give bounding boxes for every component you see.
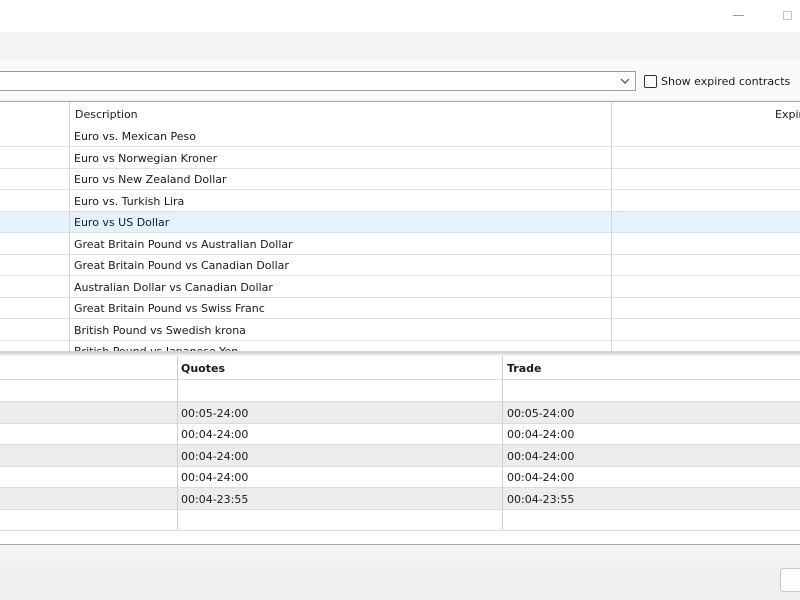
column-header-quotes[interactable]: Quotes (181, 362, 225, 375)
description-cell: Euro vs New Zealand Dollar (74, 173, 227, 186)
footer-button[interactable] (780, 568, 800, 592)
sessions-table-header: Quotes Trade (0, 356, 800, 380)
table-row[interactable]: Great Britain Pound vs Canadian Dollar (0, 255, 800, 276)
symbol-combobox[interactable] (0, 71, 636, 91)
table-row[interactable]: Great Britain Pound vs Swiss Franc (0, 298, 800, 319)
table-row[interactable] (0, 380, 800, 402)
description-cell: Great Britain Pound vs Swiss Franc (74, 302, 265, 315)
trade-cell: 00:04-24:00 (507, 428, 575, 441)
column-divider (177, 356, 178, 530)
trade-cell: 00:04-23:55 (507, 492, 575, 506)
column-header-expiration[interactable]: Expir (775, 108, 800, 121)
table-row[interactable]: Great Britain Pound vs Australian Dollar (0, 234, 800, 255)
splitter[interactable] (0, 351, 800, 354)
symbols-table-header: Description Expir (0, 102, 800, 126)
table-row[interactable]: Euro vs. Turkish Lira (0, 191, 800, 212)
toolbar-area (0, 32, 800, 60)
table-row[interactable]: Australian Dollar vs Canadian Dollar (0, 277, 800, 298)
table-row[interactable]: Euro vs New Zealand Dollar (0, 169, 800, 190)
description-cell: British Pound vs Swedish krona (74, 323, 246, 337)
symbols-table: Description Expir Euro vs. Mexican Peso E… (0, 101, 800, 351)
quotes-cell: 00:05-24:00 (181, 406, 249, 420)
description-cell: Australian Dollar vs Canadian Dollar (74, 280, 273, 294)
trade-cell: 00:04-24:00 (507, 449, 575, 463)
table-row[interactable]: 00:04-24:00 00:04-24:00 (0, 466, 800, 488)
description-cell: Great Britain Pound vs Australian Dollar (74, 237, 293, 251)
table-row[interactable]: 00:04-24:00 00:04-24:00 (0, 423, 800, 445)
table-row[interactable]: British Pound vs Japanese Yen (0, 341, 800, 351)
maximize-icon[interactable] (783, 11, 792, 20)
table-row[interactable]: British Pound vs Swedish krona (0, 320, 800, 341)
chevron-down-icon[interactable] (619, 73, 631, 89)
table-row[interactable]: Euro vs Norwegian Kroner (0, 148, 800, 169)
description-cell: Euro vs US Dollar (74, 216, 170, 229)
table-row[interactable]: 00:04-24:00 00:04-24:00 (0, 444, 800, 467)
table-row[interactable] (0, 509, 800, 531)
minimize-icon[interactable] (733, 15, 744, 16)
footer (0, 561, 800, 600)
table-row[interactable]: Euro vs. Mexican Peso (0, 126, 800, 147)
description-cell: Euro vs. Turkish Lira (74, 194, 185, 208)
quotes-cell: 00:04-24:00 (181, 428, 249, 441)
table-row[interactable]: 00:05-24:00 00:05-24:00 (0, 401, 800, 424)
description-cell: Euro vs. Mexican Peso (74, 130, 197, 143)
quotes-cell: 00:04-23:55 (181, 492, 249, 506)
column-header-trade[interactable]: Trade (507, 362, 541, 375)
sessions-table: Quotes Trade 00:05-24:00 00:05-24:00 00:04… (0, 356, 800, 544)
trade-cell: 00:04-24:00 (507, 471, 575, 484)
column-divider (502, 356, 503, 530)
show-expired-label[interactable]: Show expired contracts (661, 75, 790, 88)
quotes-cell: 00:04-24:00 (181, 449, 249, 463)
status-bar (0, 545, 800, 561)
show-expired-checkbox[interactable] (644, 75, 657, 88)
column-divider (611, 102, 612, 351)
quotes-cell: 00:04-24:00 (181, 471, 249, 484)
column-header-description[interactable]: Description (75, 108, 138, 121)
description-cell: Euro vs Norwegian Kroner (74, 151, 218, 165)
title-bar (0, 0, 800, 32)
table-row[interactable]: 00:04-23:55 00:04-23:55 (0, 487, 800, 510)
trade-cell: 00:05-24:00 (507, 406, 575, 420)
table-row[interactable]: Euro vs US Dollar (0, 212, 800, 233)
description-cell: Great Britain Pound vs Canadian Dollar (74, 259, 289, 272)
column-divider (69, 102, 70, 351)
